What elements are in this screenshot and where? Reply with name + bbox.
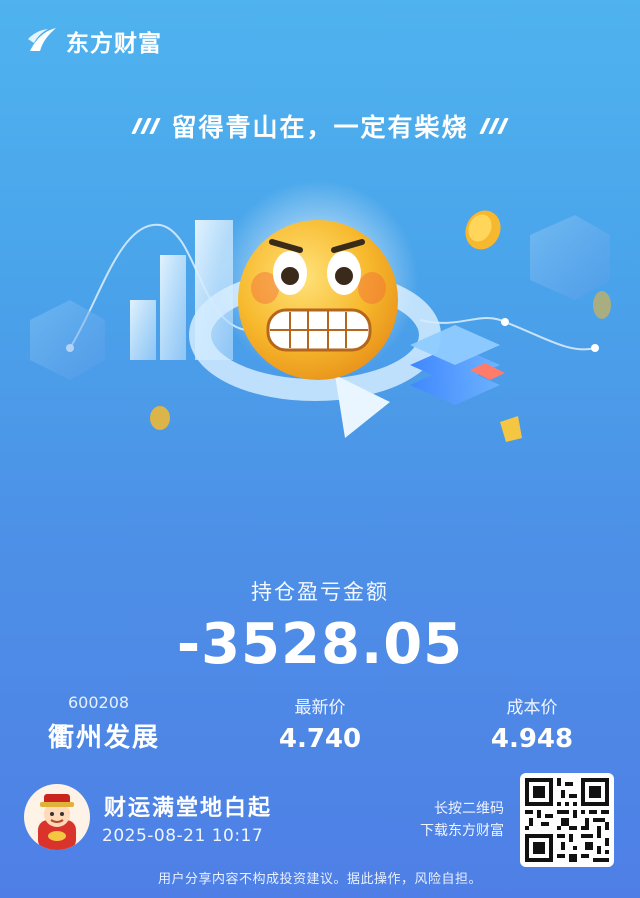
brand-logo: 东方财富	[26, 24, 162, 58]
coin-icon	[465, 210, 501, 250]
slogan-text: 留得青山在，一定有柴烧	[171, 113, 469, 142]
latest-price-block: 最新价 4.740	[270, 693, 370, 754]
stock-code: 600208	[68, 693, 130, 712]
slogan-left-decoration	[131, 118, 162, 134]
cost-price-block: 成本价 4.948	[482, 693, 582, 754]
cost-price-value: 4.948	[490, 724, 574, 754]
right-cube	[530, 215, 610, 300]
fortune-god-avatar-icon	[38, 794, 76, 850]
download-hint-line2: 下载东方财富	[420, 823, 504, 839]
slogan-right-decoration	[478, 118, 509, 134]
qr-code-pattern	[525, 778, 609, 862]
cost-price-label: 成本价	[506, 698, 558, 718]
latest-price-value: 4.740	[278, 724, 362, 754]
left-cube	[30, 300, 105, 380]
brand-name: 东方财富	[66, 31, 162, 57]
download-hint: 长按二维码 下载东方财富	[420, 798, 504, 842]
disclaimer: 用户分享内容不构成投资建议。据此操作，风险自担。	[157, 872, 482, 887]
avatar	[24, 784, 90, 850]
pnl-label: 持仓盈亏金额	[251, 580, 389, 604]
grimacing-emoji-icon	[238, 220, 398, 380]
slogan: 留得青山在，一定有柴烧	[0, 108, 640, 144]
logo-icon	[28, 28, 56, 51]
qr-code[interactable]	[520, 773, 614, 867]
stock-name: 衢州发展	[48, 723, 161, 753]
download-hint-line1: 长按二维码	[434, 801, 504, 817]
blessing-text: 财运满堂地白起	[104, 796, 273, 821]
pnl-value: -3528.05	[176, 612, 464, 677]
share-datetime: 2025-08-21 10:17	[102, 826, 264, 846]
hero-illustration	[30, 180, 611, 442]
latest-price-label: 最新价	[294, 698, 346, 718]
